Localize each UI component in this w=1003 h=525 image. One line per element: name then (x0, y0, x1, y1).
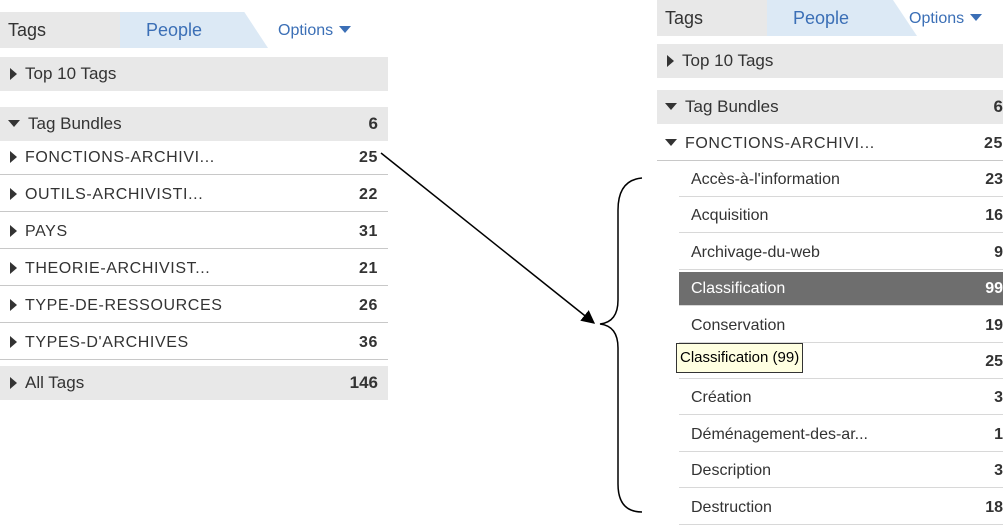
curly-brace (599, 177, 643, 513)
arrow-connector (380, 152, 596, 324)
annotation-overlay (380, 152, 643, 513)
